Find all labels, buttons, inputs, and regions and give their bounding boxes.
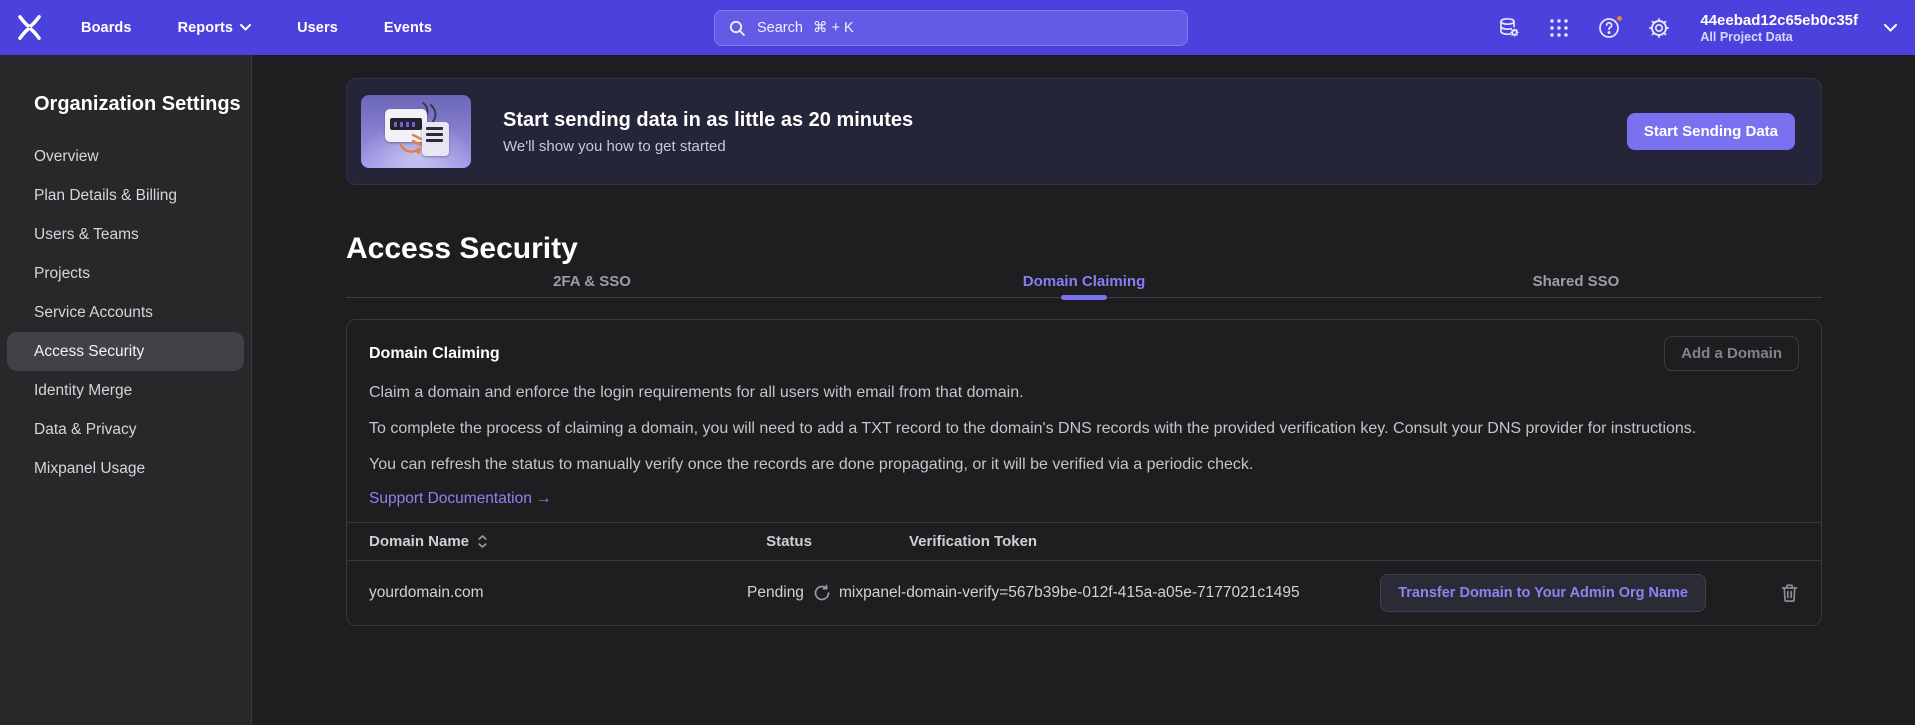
add-domain-button[interactable]: Add a Domain <box>1664 336 1799 371</box>
transfer-domain-button[interactable]: Transfer Domain to Your Admin Org Name <box>1380 574 1706 612</box>
sidebar-item-users-teams[interactable]: Users & Teams <box>7 215 244 254</box>
column-header-label: Domain Name <box>369 533 469 550</box>
card-description-2: To complete the process of claiming a do… <box>369 418 1799 440</box>
settings-gear-icon[interactable] <box>1646 15 1672 41</box>
card-title: Domain Claiming <box>369 336 500 363</box>
chevron-down-icon <box>1884 24 1897 32</box>
search-label: Search <box>757 20 803 36</box>
sidebar-item-mixpanel-usage[interactable]: Mixpanel Usage <box>7 449 244 488</box>
tab-domain-claiming[interactable]: Domain Claiming <box>838 267 1330 297</box>
sidebar-item-data-privacy[interactable]: Data & Privacy <box>7 410 244 449</box>
column-header-domain-name[interactable]: Domain Name <box>369 533 739 550</box>
org-switcher[interactable]: 44eebad12c65eb0c35f All Project Data <box>1700 12 1897 44</box>
nav-item-reports[interactable]: Reports <box>178 20 252 36</box>
org-id: 44eebad12c65eb0c35f <box>1700 12 1858 30</box>
nav-right-cluster: 44eebad12c65eb0c35f All Project Data <box>1496 12 1915 44</box>
search-icon <box>729 20 746 37</box>
sidebar-item-plan-details-billing[interactable]: Plan Details & Billing <box>7 176 244 215</box>
nav-item-boards[interactable]: Boards <box>81 20 132 36</box>
status-cell: Pending <box>739 584 839 602</box>
domains-table: Domain Name Status Verification Token yo… <box>347 522 1821 625</box>
nav-item-label: Events <box>384 20 432 36</box>
start-sending-data-button[interactable]: Start Sending Data <box>1627 113 1795 150</box>
org-project-label: All Project Data <box>1700 30 1858 44</box>
column-header-status: Status <box>739 533 839 550</box>
tab-shared-sso[interactable]: Shared SSO <box>1330 267 1822 297</box>
primary-nav: Boards Reports Users Events <box>81 20 432 36</box>
nav-item-label: Boards <box>81 20 132 36</box>
domain-claiming-card: Domain Claiming Add a Domain Claim a dom… <box>346 319 1822 626</box>
nav-item-label: Users <box>297 20 338 36</box>
refresh-status-button[interactable] <box>813 584 831 602</box>
top-nav: Boards Reports Users Events Search ⌘ + K <box>0 0 1915 55</box>
page-title: Access Security <box>346 231 1822 267</box>
access-security-tabs: 2FA & SSO Domain Claiming Shared SSO <box>346 267 1822 298</box>
card-description-3: You can refresh the status to manually v… <box>369 454 1799 476</box>
devices-illustration <box>361 95 471 168</box>
mixpanel-logo-icon[interactable] <box>16 14 43 41</box>
column-header-verification-token: Verification Token <box>839 533 1799 550</box>
refresh-icon <box>813 584 831 602</box>
search-shortcut: ⌘ + K <box>813 20 854 36</box>
main-content: Start sending data in as little as 20 mi… <box>252 55 1915 725</box>
support-documentation-link[interactable]: Support Documentation → <box>369 490 552 508</box>
tab-2fa-sso[interactable]: 2FA & SSO <box>346 267 838 297</box>
trash-icon <box>1780 583 1799 603</box>
nav-item-events[interactable]: Events <box>384 20 432 36</box>
nav-item-users[interactable]: Users <box>297 20 338 36</box>
domain-name-cell: yourdomain.com <box>369 584 739 602</box>
sidebar-item-projects[interactable]: Projects <box>7 254 244 293</box>
org-settings-sidebar: Organization Settings Overview Plan Deta… <box>0 55 252 725</box>
banner-text: Start sending data in as little as 20 mi… <box>503 109 913 155</box>
sidebar-title: Organization Settings <box>34 93 251 116</box>
notification-dot <box>1615 14 1624 23</box>
delete-domain-button[interactable] <box>1780 583 1799 603</box>
onboarding-banner: Start sending data in as little as 20 mi… <box>346 78 1822 185</box>
search-input[interactable]: Search ⌘ + K <box>714 10 1188 46</box>
banner-subtitle: We'll show you how to get started <box>503 138 913 155</box>
status-text: Pending <box>747 584 804 602</box>
table-row: yourdomain.com Pending mixpanel-domain-v… <box>347 561 1821 625</box>
sidebar-item-service-accounts[interactable]: Service Accounts <box>7 293 244 332</box>
chevron-down-icon <box>240 24 251 31</box>
sidebar-item-overview[interactable]: Overview <box>7 137 244 176</box>
sort-icon <box>478 535 487 548</box>
data-management-icon[interactable] <box>1496 15 1522 41</box>
card-description-1: Claim a domain and enforce the login req… <box>369 382 1799 404</box>
domains-table-header: Domain Name Status Verification Token <box>347 523 1821 561</box>
help-icon[interactable] <box>1596 15 1622 41</box>
sidebar-item-identity-merge[interactable]: Identity Merge <box>7 371 244 410</box>
verification-token-cell: mixpanel-domain-verify=567b39be-012f-415… <box>839 584 1380 602</box>
nav-item-label: Reports <box>178 20 234 36</box>
apps-grid-icon[interactable] <box>1546 15 1572 41</box>
banner-title: Start sending data in as little as 20 mi… <box>503 109 913 132</box>
sidebar-item-access-security[interactable]: Access Security <box>7 332 244 371</box>
